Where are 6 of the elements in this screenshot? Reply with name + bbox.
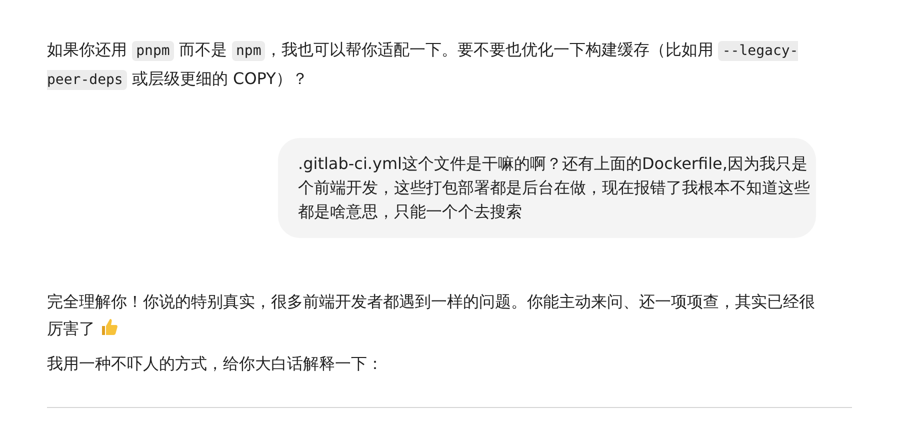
message-text: 厉害了 [47,319,95,338]
message-text: 完全理解你！你说的特别真实，很多前端开发者都遇到一样的问题。你能主动来问、还一项项查，其实已经很 [47,291,816,313]
message-text: 如果你还用 pnpm 而不是 npm ，我也可以帮你适配一下。要不要也优化一下构建缓存（比如用 --legacy-peer-deps 或层级更细的 COPY）？ [47,39,800,92]
message-text: 我用一种不吓人的方式，给你大白话解释一下： [47,353,384,375]
user-message-bubble: .gitlab-ci.yml这个文件是干嘛的啊？还有上面的Dockerfile,因为我只是个前端开发，这些打包部署都是后台在做，现在报错了我根本不知道这些都是啥意思，只能一个个去搜索 [278,138,816,238]
thumbs-up-icon [99,317,119,337]
